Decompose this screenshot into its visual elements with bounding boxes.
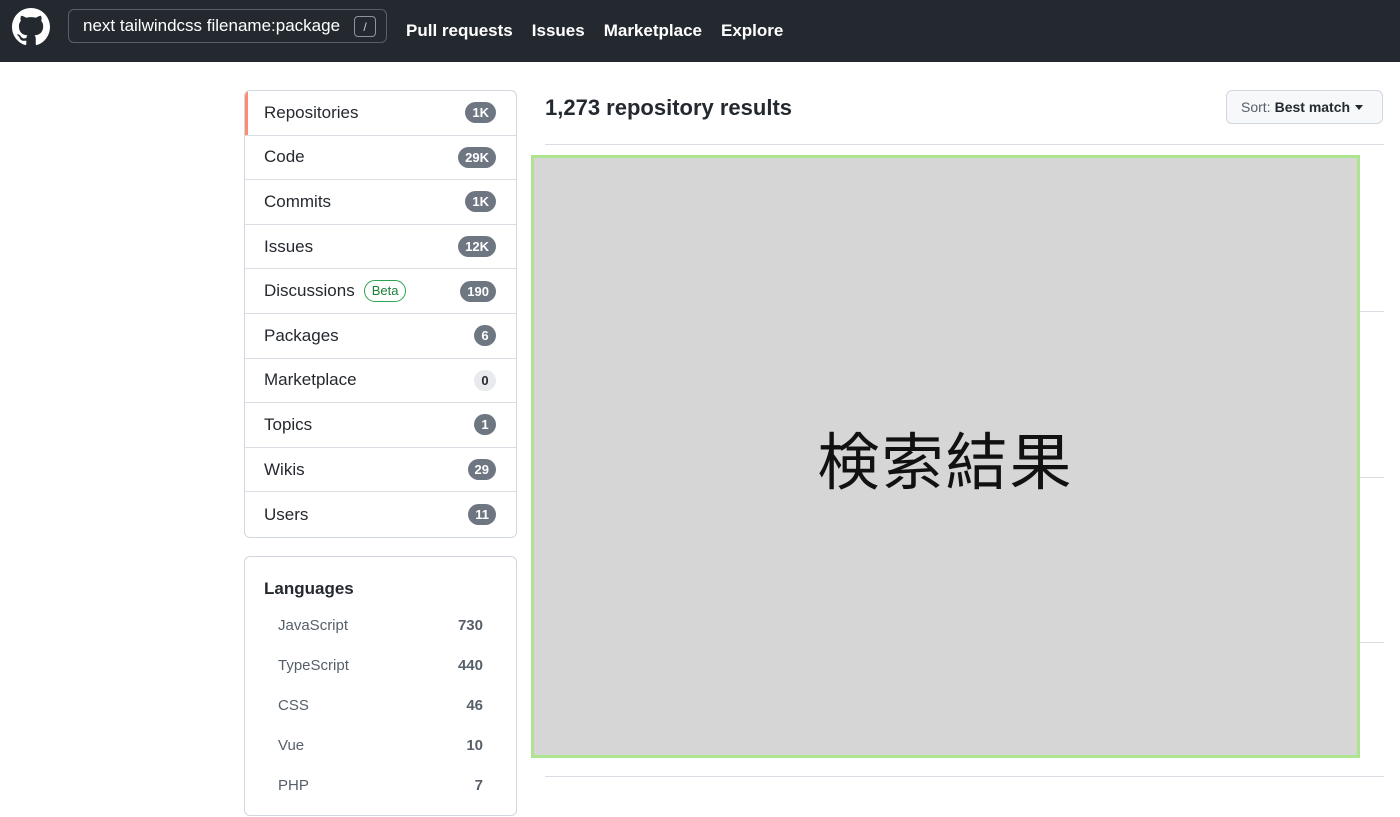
language-name: CSS [278,697,309,714]
count-badge: 29K [458,146,496,168]
language-count: 10 [466,737,483,754]
nav-marketplace[interactable]: Marketplace [604,21,702,41]
count-badge: 11 [468,504,496,526]
menu-item-label: Discussions [264,281,355,301]
slash-shortcut-hint: / [354,16,376,37]
results-divider [1360,311,1384,312]
header-nav: Pull requests Issues Marketplace Explore [406,0,802,62]
menu-item-label: Issues [264,236,314,256]
search-results-placeholder: 検索結果 [531,155,1360,758]
languages-title: Languages [264,579,354,598]
menu-item-label: Packages [264,325,339,345]
menu-item-topics[interactable]: Topics 1 [245,403,516,448]
menu-item-commits[interactable]: Commits 1K [245,180,516,225]
menu-item-marketplace[interactable]: Marketplace 0 [245,359,516,404]
count-badge: 6 [474,325,496,347]
count-badge: 0 [474,369,496,391]
menu-item-discussions[interactable]: Discussions Beta 190 [245,269,516,314]
results-divider [545,776,1384,777]
language-filter-typescript[interactable]: TypeScript 440 [264,657,497,697]
language-name: Vue [278,737,305,754]
results-divider [1360,477,1384,478]
beta-badge: Beta [363,280,407,303]
menu-item-label: Topics [264,414,313,434]
sort-label: Sort: [1241,99,1271,115]
github-logo-icon[interactable] [12,8,50,46]
language-filter-css[interactable]: CSS 46 [264,697,497,737]
menu-item-label: Commits [264,191,332,211]
count-badge: 190 [460,280,496,302]
menu-item-label: Marketplace [264,370,357,390]
nav-explore[interactable]: Explore [721,21,783,41]
count-badge: 29 [467,459,496,481]
language-filter-php[interactable]: PHP 7 [264,777,497,817]
language-count: 440 [457,657,483,674]
language-name: PHP [278,777,309,794]
menu-item-label: Repositories [264,102,359,122]
sort-value: Best match [1274,99,1351,115]
languages-panel: Languages JavaScript 730 TypeScript 440 … [244,556,517,816]
menu-item-repositories[interactable]: Repositories 1K [245,91,516,136]
menu-item-wikis[interactable]: Wikis 29 [245,448,516,493]
menu-item-label: Users [264,504,309,524]
global-header: / Pull requests Issues Marketplace Explo… [0,0,1400,62]
menu-item-label: Code [264,147,305,167]
nav-issues[interactable]: Issues [532,21,585,41]
search-box[interactable]: / [68,9,387,43]
sort-dropdown-button[interactable]: Sort: Best match [1226,90,1383,124]
language-name: TypeScript [278,657,349,674]
nav-pull-requests[interactable]: Pull requests [406,21,513,41]
menu-item-packages[interactable]: Packages 6 [245,314,516,359]
placeholder-label: 検索結果 [817,425,1074,499]
count-badge: 1K [465,102,496,124]
results-title: 1,273 repository results [545,95,793,120]
menu-item-label: Wikis [264,459,305,479]
menu-item-issues[interactable]: Issues 12K [245,225,516,270]
caret-down-icon [1355,104,1364,110]
count-badge: 12K [458,236,496,258]
language-filter-vue[interactable]: Vue 10 [264,737,497,777]
search-input[interactable] [69,16,345,36]
results-divider [545,144,1384,145]
language-filter-javascript[interactable]: JavaScript 730 [264,617,497,657]
language-count: 7 [474,777,483,794]
menu-item-users[interactable]: Users 11 [245,492,516,537]
count-badge: 1 [474,414,496,436]
language-count: 730 [457,617,483,634]
menu-item-code[interactable]: Code 29K [245,136,516,181]
results-divider [1360,642,1384,643]
count-badge: 1K [465,191,496,213]
language-name: JavaScript [278,617,349,634]
language-count: 46 [466,697,483,714]
result-type-menu: Repositories 1K Code 29K Commits 1K Issu… [244,90,517,538]
